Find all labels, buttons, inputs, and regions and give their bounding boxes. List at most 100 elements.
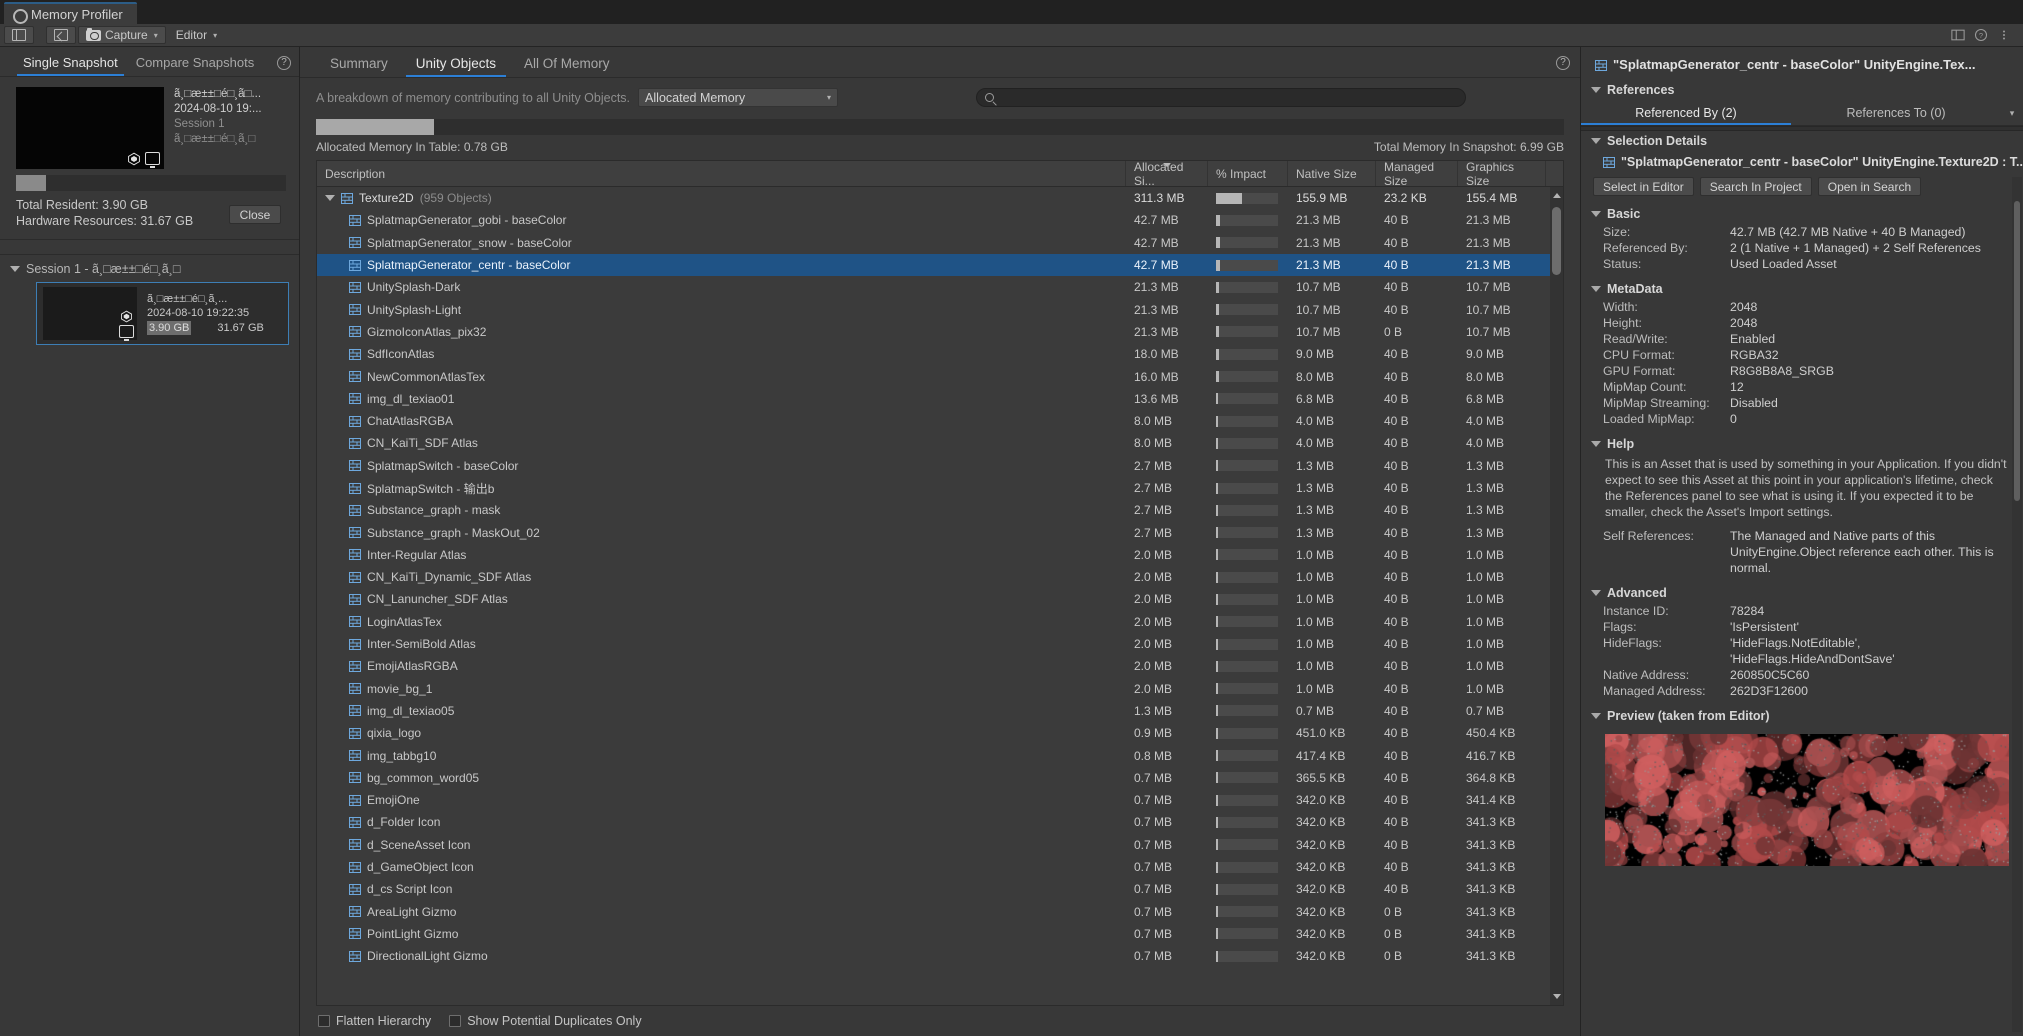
chevron-down-icon[interactable]: ▾ [154,31,158,40]
tab-single-snapshot[interactable]: Single Snapshot [14,55,127,76]
chevron-down-icon[interactable] [1591,211,1601,217]
table-row[interactable]: CN_KaiTi_Dynamic_SDF Atlas 2.0 MB 1.0 MB 40… [317,566,1563,588]
table-row[interactable]: EmojiAtlasRGBA 2.0 MB 1.0 MB 40 B 1.0 MB [317,655,1563,677]
scrollbar-thumb[interactable] [2014,201,2020,501]
session-header[interactable]: Session 1 - ã¸□æ±±□é□¸ã¸□ [0,255,299,282]
table-row[interactable]: LoginAtlasTex 2.0 MB 1.0 MB 40 B 1.0 MB [317,611,1563,633]
menu-icon[interactable] [1997,28,2011,42]
table-row[interactable]: d_Folder Icon 0.7 MB 342.0 KB 40 B 341.3 KB [317,811,1563,833]
selection-details-header[interactable]: Selection Details [1581,131,2023,151]
table-row[interactable]: img_tabbg10 0.8 MB 417.4 KB 40 B 416.7 KB [317,744,1563,766]
table-row[interactable]: SplatmapSwitch - 输出b 2.7 MB 1.3 MB 40 B 1.3 … [317,477,1563,499]
import-snapshot-button[interactable] [46,26,76,44]
chevron-down-icon[interactable] [1591,87,1601,93]
table-row[interactable]: CN_Lanuncher_SDF Atlas 2.0 MB 1.0 MB 40 B 1.… [317,588,1563,610]
table-row[interactable]: SplatmapSwitch - baseColor 2.7 MB 1.3 MB 40… [317,455,1563,477]
help-icon[interactable]: ? [1974,28,1988,42]
table-row[interactable]: ChatAtlasRGBA 8.0 MB 4.0 MB 40 B 4.0 MB [317,410,1563,432]
table-row[interactable]: Substance_graph - MaskOut_02 2.7 MB 1.3 MB… [317,521,1563,543]
metadata-section-header[interactable]: MetaData [1581,279,2023,299]
select-in-editor-button[interactable]: Select in Editor [1593,177,1694,196]
table-row[interactable]: d_GameObject Icon 0.7 MB 342.0 KB 40 B 341.3… [317,856,1563,878]
chevron-down-icon[interactable] [10,266,20,272]
table-row[interactable]: SplatmapGenerator_centr - baseColor 42.7 … [317,253,1563,277]
chevron-down-icon[interactable] [1591,441,1601,447]
column-header-allocated-size[interactable]: Allocated Si... [1126,160,1208,188]
capture-target-dropdown[interactable]: Editor ▾ [168,26,225,44]
checkbox[interactable] [449,1015,462,1027]
search-box[interactable] [976,88,1467,107]
chevron-down-icon[interactable] [1591,286,1601,292]
help-section-header[interactable]: Help [1581,434,2023,454]
table-row[interactable]: AreaLight Gizmo 0.7 MB 342.0 KB 0 B 341.3 KB [317,901,1563,923]
table-row[interactable]: DirectionalLight Gizmo 0.7 MB 342.0 KB 0 B 3… [317,945,1563,967]
help-icon[interactable]: ? [277,56,291,70]
table-row[interactable]: SplatmapGenerator_gobi - baseColor 42.7 M… [317,209,1563,231]
open-in-search-button[interactable]: Open in Search [1817,177,1922,196]
table-row[interactable]: d_cs Script Icon 0.7 MB 342.0 KB 40 B 341.3 … [317,878,1563,900]
texture2d-icon [349,527,361,539]
tab-compare-snapshots[interactable]: Compare Snapshots [127,55,264,76]
help-icon[interactable]: ? [1556,56,1570,70]
table-row[interactable]: NewCommonAtlasTex 16.0 MB 8.0 MB 40 B 8.0 MB [317,365,1563,387]
search-in-project-button[interactable]: Search In Project [1699,177,1812,196]
property-value: 78284 [1730,604,1765,618]
table-row[interactable]: UnitySplash-Dark 21.3 MB 10.7 MB 40 B 10.7 M… [317,276,1563,298]
chevron-down-icon[interactable]: ▾ [2001,108,2023,125]
tab-unity-objects[interactable]: Unity Objects [402,56,510,77]
chevron-down-icon[interactable] [1591,590,1601,596]
table-row[interactable]: Texture2D (959 Objects) 311.3 MB 155.9 MB 2… [317,187,1563,209]
table-vertical-scrollbar[interactable] [1550,187,1563,1005]
table-row[interactable]: img_dl_texiao01 13.6 MB 6.8 MB 40 B 6.8 MB [317,388,1563,410]
table-row[interactable]: UnitySplash-Light 21.3 MB 10.7 MB 40 B 10.7 … [317,298,1563,320]
capture-button[interactable]: Capture ▾ [78,26,166,44]
scrollbar-thumb[interactable] [1552,207,1561,275]
layout-icon[interactable] [1951,28,1965,42]
tab-referenced-by[interactable]: Referenced By (2) [1581,106,1791,125]
preview-section-header[interactable]: Preview (taken from Editor) [1581,706,2023,726]
tab-all-of-memory[interactable]: All Of Memory [510,56,624,77]
column-header-impact[interactable]: % Impact [1208,161,1288,186]
scroll-down-icon[interactable] [1553,994,1561,999]
table-row[interactable]: d_SceneAsset Icon 0.7 MB 342.0 KB 40 B 341.3… [317,834,1563,856]
chevron-down-icon[interactable] [1591,138,1601,144]
chevron-down-icon[interactable]: ▾ [213,31,217,40]
table-row[interactable]: EmojiOne 0.7 MB 342.0 KB 40 B 341.4 KB [317,789,1563,811]
right-panel-scrollbar[interactable] [2012,177,2022,1032]
column-header-native-size[interactable]: Native Size [1288,161,1376,186]
table-row[interactable]: movie_bg_1 2.0 MB 1.0 MB 40 B 1.0 MB [317,678,1563,700]
tab-references-to-label: References To (0) [1846,106,1946,120]
scroll-up-icon[interactable] [1553,193,1561,198]
column-header-description[interactable]: Description [317,161,1126,186]
table-row[interactable]: Substance_graph - mask 2.7 MB 1.3 MB 40 B 1.… [317,499,1563,521]
panel-layout-button[interactable] [4,26,34,44]
search-input[interactable] [998,90,1458,105]
table-row[interactable]: SplatmapGenerator_snow - baseColor 42.7 M… [317,232,1563,254]
chevron-down-icon[interactable] [325,195,335,202]
open-snapshot-card[interactable]: ã¸□æ±±□é□¸ã□... 2024-08-10 19:... Sessio… [0,77,299,169]
show-duplicates-toggle[interactable]: Show Potential Duplicates Only [449,1014,642,1028]
advanced-section-header[interactable]: Advanced [1581,583,2023,603]
table-row[interactable]: GizmoIconAtlas_pix32 21.3 MB 10.7 MB 0 B 10.… [317,321,1563,343]
column-header-managed-size[interactable]: Managed Size [1376,160,1458,188]
table-row[interactable]: SdfIconAtlas 18.0 MB 9.0 MB 40 B 9.0 MB [317,343,1563,365]
chevron-down-icon[interactable] [1591,713,1601,719]
table-row[interactable]: qixia_logo 0.9 MB 451.0 KB 40 B 450.4 KB [317,722,1563,744]
column-header-graphics-size[interactable]: Graphics Size [1458,160,1546,188]
table-row[interactable]: CN_KaiTi_SDF Atlas 8.0 MB 4.0 MB 40 B 4.0 MB [317,432,1563,454]
basic-section-header[interactable]: Basic [1581,204,2023,224]
table-row[interactable]: bg_common_word05 0.7 MB 365.5 KB 40 B 364.8 … [317,767,1563,789]
tab-summary[interactable]: Summary [316,56,402,77]
references-section-header[interactable]: References [1581,80,2023,100]
window-tab-memory-profiler[interactable]: Memory Profiler [4,2,137,24]
table-row[interactable]: Inter-SemiBold Atlas 2.0 MB 1.0 MB 40 B 1.0 … [317,633,1563,655]
table-row[interactable]: PointLight Gizmo 0.7 MB 342.0 KB 0 B 341.3 K… [317,923,1563,945]
tab-references-to[interactable]: References To (0) [1791,106,2001,125]
table-row[interactable]: Inter-Regular Atlas 2.0 MB 1.0 MB 40 B 1.0 M… [317,544,1563,566]
table-row[interactable]: img_dl_texiao05 1.3 MB 0.7 MB 40 B 0.7 MB [317,700,1563,722]
session-snapshot-item[interactable]: ã¸□æ±±□é□¸ã¸... 2024-08-10 19:22:35 3.90… [36,282,289,345]
flatten-hierarchy-toggle[interactable]: Flatten Hierarchy [318,1014,431,1028]
close-snapshot-button[interactable]: Close [229,205,281,224]
checkbox[interactable] [318,1015,330,1027]
breakdown-type-select[interactable]: Allocated Memory ▾ [638,88,839,107]
